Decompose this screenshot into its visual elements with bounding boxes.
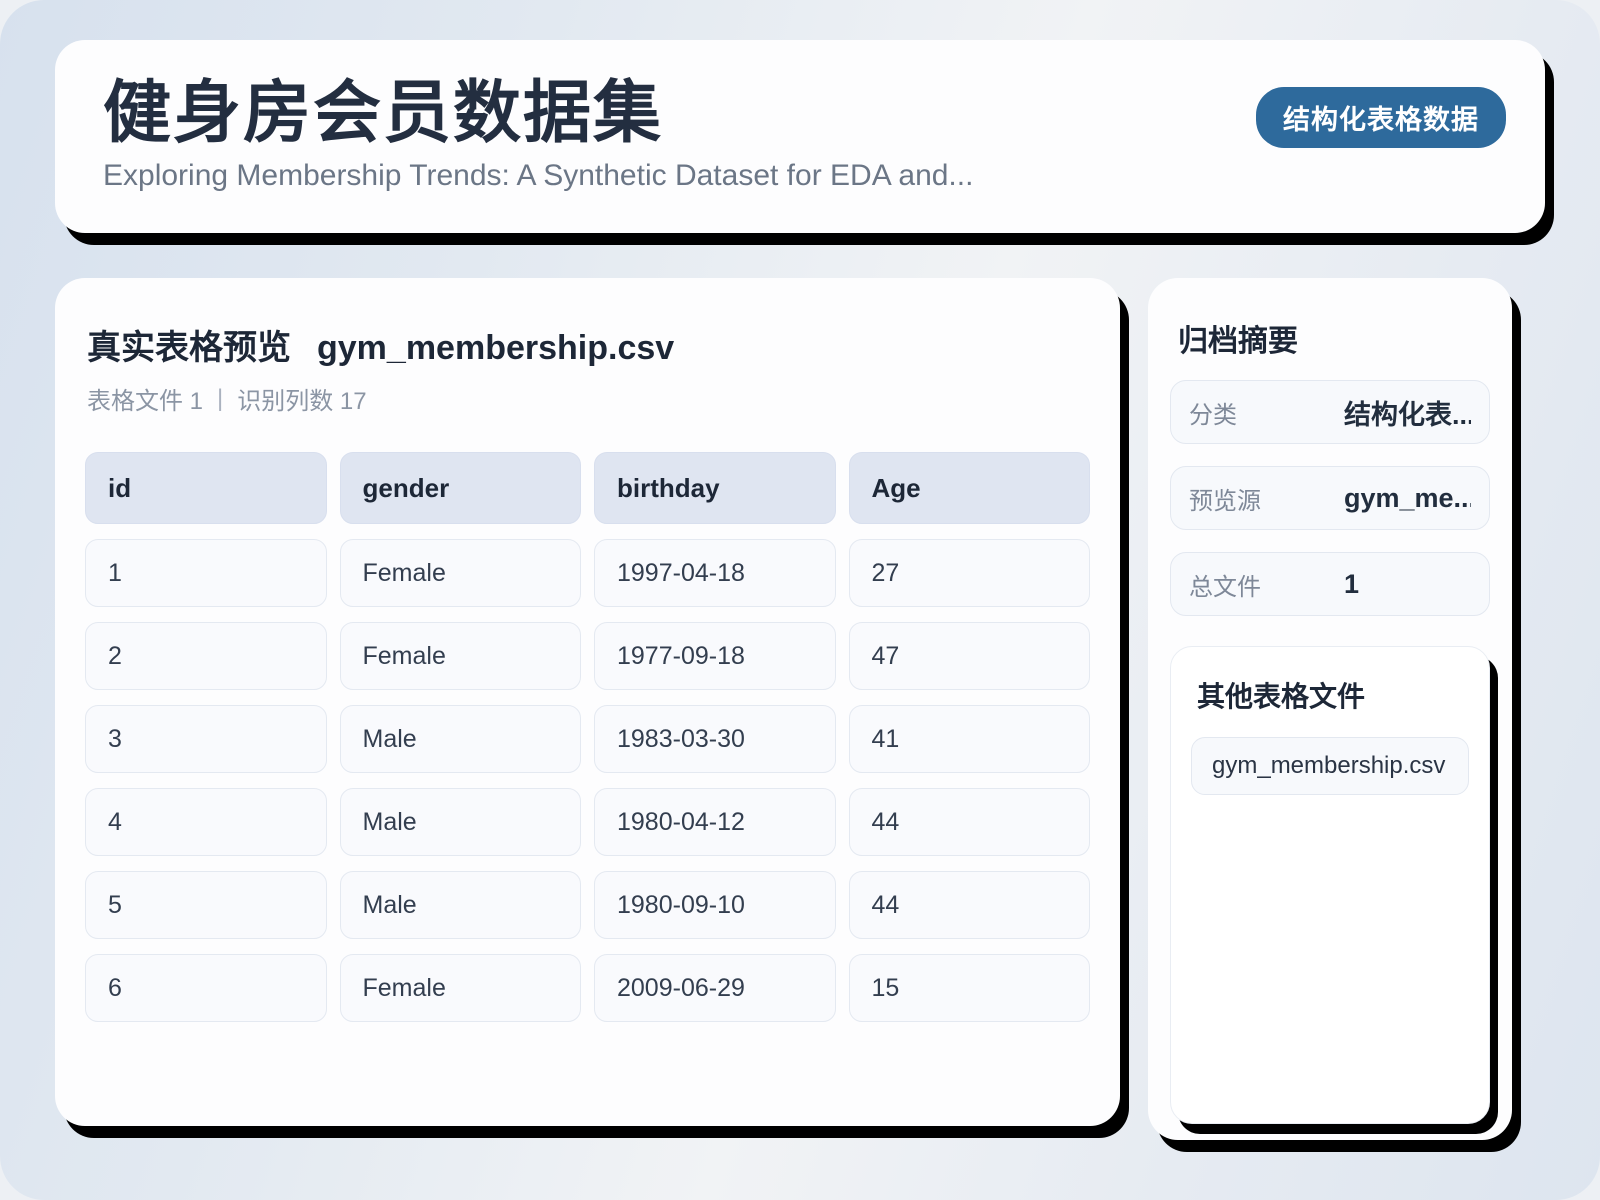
table-cell: Male [340, 871, 582, 939]
table-cell: 1977-09-18 [594, 622, 836, 690]
category-badge: 结构化表格数据 [1256, 87, 1506, 148]
preview-meta: 表格文件 1 | 识别列数 17 [85, 381, 1090, 416]
other-files-title: 其他表格文件 [1197, 675, 1469, 715]
summary-label: 分类 [1189, 395, 1344, 430]
preview-titlebar: 真实表格预览 gym_membership.csv [85, 320, 1090, 369]
other-files-card: 其他表格文件 gym_membership.csv [1170, 646, 1490, 1124]
table-cell: 1 [85, 539, 327, 607]
summary-item-total-files: 总文件 1 [1170, 552, 1490, 616]
table-cell: 3 [85, 705, 327, 773]
table-cell: Male [340, 788, 582, 856]
column-header-id: id [85, 452, 327, 524]
column-header-gender: gender [340, 452, 582, 524]
archive-summary-title: 归档摘要 [1178, 316, 1490, 360]
table-cell: 6 [85, 954, 327, 1022]
file-item[interactable]: gym_membership.csv [1191, 737, 1469, 795]
content-row: 真实表格预览 gym_membership.csv 表格文件 1 | 识别列数 … [55, 278, 1545, 1140]
meta-separator: | [217, 385, 223, 413]
summary-item-preview-source: 预览源 gym_me... [1170, 466, 1490, 530]
table-cell: 1980-04-12 [594, 788, 836, 856]
table-cell: 4 [85, 788, 327, 856]
table-cell: 1997-04-18 [594, 539, 836, 607]
summary-value: gym_me... [1344, 483, 1471, 514]
table-cell: 2 [85, 622, 327, 690]
column-header-birthday: birthday [594, 452, 836, 524]
meta-columns-count: 识别列数 17 [237, 381, 366, 416]
table-cell: 1980-09-10 [594, 871, 836, 939]
table-cell: Female [340, 954, 582, 1022]
table-cell: 27 [849, 539, 1091, 607]
table-cell: Female [340, 539, 582, 607]
table-cell: 44 [849, 788, 1091, 856]
table-cell: 5 [85, 871, 327, 939]
table-preview-card: 真实表格预览 gym_membership.csv 表格文件 1 | 识别列数 … [55, 278, 1120, 1126]
summary-value: 1 [1344, 569, 1471, 600]
page-background: 健身房会员数据集 Exploring Membership Trends: A … [0, 0, 1600, 1200]
data-table: id gender birthday Age 1 Female 1997-04-… [85, 452, 1090, 1022]
table-cell: 1983-03-30 [594, 705, 836, 773]
summary-value: 结构化表... [1344, 393, 1471, 432]
preview-filename: gym_membership.csv [317, 329, 674, 368]
summary-label: 总文件 [1189, 567, 1344, 602]
header-card: 健身房会员数据集 Exploring Membership Trends: A … [55, 40, 1545, 233]
page-subtitle: Exploring Membership Trends: A Synthetic… [103, 159, 1497, 193]
table-cell: 2009-06-29 [594, 954, 836, 1022]
table-cell: 15 [849, 954, 1091, 1022]
summary-item-category: 分类 结构化表... [1170, 380, 1490, 444]
table-cell: 44 [849, 871, 1091, 939]
summary-label: 预览源 [1189, 481, 1344, 516]
table-cell: Female [340, 622, 582, 690]
meta-files-count: 表格文件 1 [87, 381, 203, 416]
table-cell: 47 [849, 622, 1091, 690]
table-cell: 41 [849, 705, 1091, 773]
column-header-age: Age [849, 452, 1091, 524]
archive-summary-card: 归档摘要 分类 结构化表... 预览源 gym_me... 总文件 1 其他表格… [1148, 278, 1512, 1140]
preview-title: 真实表格预览 [87, 320, 291, 369]
table-cell: Male [340, 705, 582, 773]
